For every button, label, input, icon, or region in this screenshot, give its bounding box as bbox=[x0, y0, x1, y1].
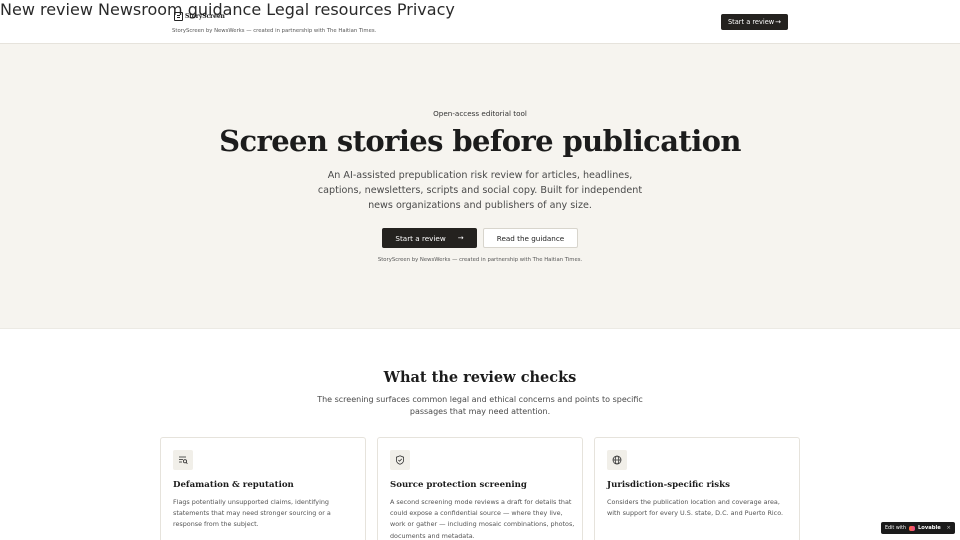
shield-check-icon bbox=[390, 450, 410, 470]
logo-icon bbox=[174, 12, 183, 21]
card-title: Defamation & reputation bbox=[173, 480, 294, 490]
hero-eyebrow: Open-access editorial tool bbox=[433, 109, 527, 118]
logo[interactable]: StoryScreen bbox=[174, 12, 225, 21]
badge-brand: Lovable bbox=[918, 525, 941, 531]
start-review-label: Start a review bbox=[395, 233, 446, 243]
card-source-protection: Source protection screening A second scr… bbox=[377, 437, 583, 540]
nav-legal-resources[interactable]: Legal resources bbox=[266, 0, 392, 19]
card-jurisdiction: Jurisdiction-specific risks Considers th… bbox=[594, 437, 800, 540]
nav-privacy[interactable]: Privacy bbox=[397, 0, 455, 19]
header-start-review-label: Start a review bbox=[728, 18, 775, 26]
card-title: Jurisdiction-specific risks bbox=[607, 480, 730, 490]
header-start-review-button[interactable]: Start a review → bbox=[721, 14, 788, 30]
logo-text: StoryScreen bbox=[185, 13, 225, 20]
badge-prefix: Edit with bbox=[885, 525, 906, 531]
globe-icon bbox=[607, 450, 627, 470]
section-subtitle: The screening surfaces common legal and … bbox=[317, 395, 643, 416]
card-title: Source protection screening bbox=[390, 480, 527, 490]
start-review-button[interactable]: Start a review → bbox=[382, 228, 477, 248]
hero-subtitle: An AI-assisted prepublication risk revie… bbox=[317, 170, 643, 211]
hero-credit: StoryScreen by NewsWerks — created in pa… bbox=[377, 257, 583, 263]
read-guidance-button[interactable]: Read the guidance bbox=[483, 228, 578, 248]
close-icon[interactable]: × bbox=[946, 525, 951, 531]
header-tagline: StoryScreen by NewsWerks — created in pa… bbox=[172, 28, 377, 34]
edit-with-lovable-badge[interactable]: Edit with Lovable × bbox=[881, 522, 955, 534]
arrow-right-icon: → bbox=[775, 18, 781, 26]
read-guidance-label: Read the guidance bbox=[496, 233, 565, 243]
section-title: What the review checks bbox=[383, 369, 577, 386]
card-body: A second screening mode reviews a draft … bbox=[390, 498, 575, 540]
nav-new-review[interactable]: New review bbox=[0, 0, 93, 19]
card-defamation: Defamation & reputation Flags potentiall… bbox=[160, 437, 366, 540]
lovable-heart-icon bbox=[909, 525, 915, 531]
text-search-icon bbox=[173, 450, 193, 470]
page-title: Screen stories before publication bbox=[219, 124, 741, 158]
card-body: Considers the publication location and c… bbox=[607, 498, 784, 518]
arrow-right-icon: → bbox=[457, 234, 464, 242]
site-header: StoryScreen StoryScreen by NewsWerks — c… bbox=[0, 0, 960, 44]
card-body: Flags potentially unsupported claims, id… bbox=[173, 498, 331, 529]
checks-section: What the review checks The screening sur… bbox=[0, 328, 960, 540]
